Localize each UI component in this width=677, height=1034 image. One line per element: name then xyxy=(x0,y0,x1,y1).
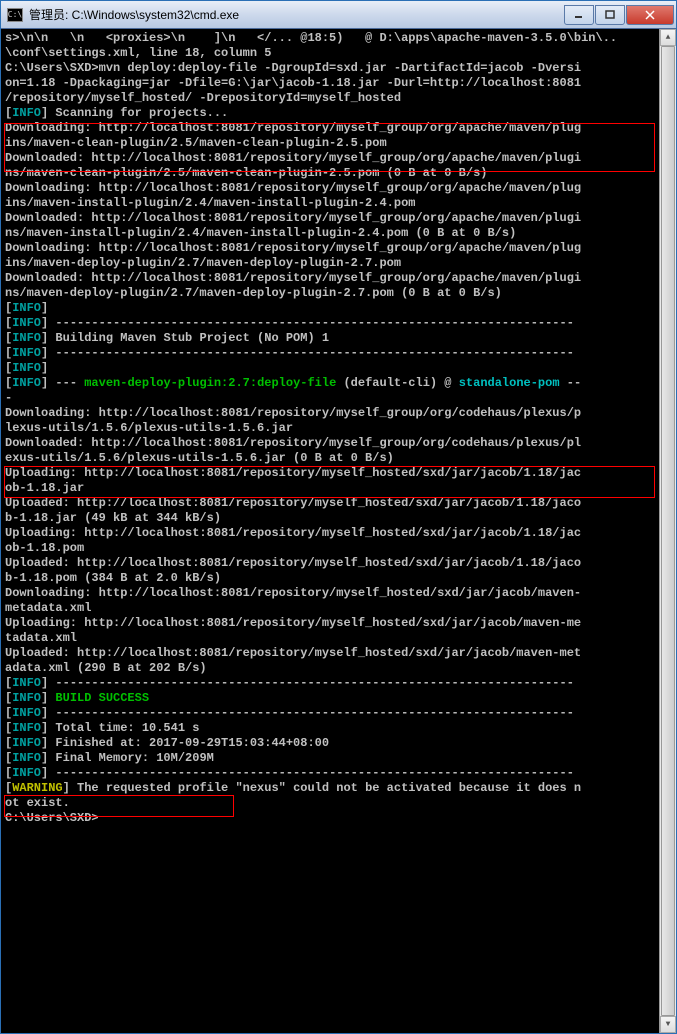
output-line: [INFO] Total time: 10.541 s xyxy=(5,721,676,736)
output-line: Uploading: http://localhost:8081/reposit… xyxy=(5,526,676,541)
scroll-up-button[interactable]: ▲ xyxy=(660,29,676,46)
output-line: Downloaded: http://localhost:8081/reposi… xyxy=(5,271,676,286)
output-line: ot exist. xyxy=(5,796,676,811)
output-line: ins/maven-install-plugin/2.4/maven-insta… xyxy=(5,196,676,211)
output-line: Downloading: http://localhost:8081/repos… xyxy=(5,406,676,421)
output-line: Downloading: http://localhost:8081/repos… xyxy=(5,121,676,136)
output-line: /repository/myself_hosted/ -DrepositoryI… xyxy=(5,91,676,106)
output-line: ins/maven-deploy-plugin/2.7/maven-deploy… xyxy=(5,256,676,271)
scroll-down-button[interactable]: ▼ xyxy=(660,1016,676,1033)
cmd-window: C:\ 管理员: C:\Windows\system32\cmd.exe s>\… xyxy=(0,0,677,1034)
output-line: ns/maven-deploy-plugin/2.7/maven-deploy-… xyxy=(5,286,676,301)
output-line: ns/maven-install-plugin/2.4/maven-instal… xyxy=(5,226,676,241)
titlebar[interactable]: C:\ 管理员: C:\Windows\system32\cmd.exe xyxy=(1,1,676,29)
output-line: Downloading: http://localhost:8081/repos… xyxy=(5,181,676,196)
output-line: [INFO] Finished at: 2017-09-29T15:03:44+… xyxy=(5,736,676,751)
output-line: b-1.18.pom (384 B at 2.0 kB/s) xyxy=(5,571,676,586)
output-line: [INFO] xyxy=(5,301,676,316)
output-line: Downloaded: http://localhost:8081/reposi… xyxy=(5,151,676,166)
output-line: [INFO] BUILD SUCCESS xyxy=(5,691,676,706)
output-line: [INFO] ---------------------------------… xyxy=(5,316,676,331)
output-line: ins/maven-clean-plugin/2.5/maven-clean-p… xyxy=(5,136,676,151)
output-line: [INFO] xyxy=(5,361,676,376)
output-line: - xyxy=(5,391,676,406)
output-line: tadata.xml xyxy=(5,631,676,646)
output-line: on=1.18 -Dpackaging=jar -Dfile=G:\jar\ja… xyxy=(5,76,676,91)
output-line: Uploading: http://localhost:8081/reposit… xyxy=(5,616,676,631)
output-line: [INFO] Scanning for projects... xyxy=(5,106,676,121)
output-line: adata.xml (290 B at 202 B/s) xyxy=(5,661,676,676)
output-line: lexus-utils/1.5.6/plexus-utils-1.5.6.jar xyxy=(5,421,676,436)
output-line: [INFO] ---------------------------------… xyxy=(5,676,676,691)
terminal-output[interactable]: s>\n\n \n <proxies>\n ]\n </... @18:5) @… xyxy=(1,29,676,1033)
prompt-line[interactable]: C:\Users\SXD> xyxy=(5,811,676,826)
output-line: [INFO] ---------------------------------… xyxy=(5,706,676,721)
output-line: ob-1.18.pom xyxy=(5,541,676,556)
output-line: ob-1.18.jar xyxy=(5,481,676,496)
output-line: Uploaded: http://localhost:8081/reposito… xyxy=(5,556,676,571)
output-line: b-1.18.jar (49 kB at 344 kB/s) xyxy=(5,511,676,526)
output-line: s>\n\n \n <proxies>\n ]\n </... @18:5) @… xyxy=(5,31,676,46)
maximize-button[interactable] xyxy=(595,5,625,25)
output-line: Uploading: http://localhost:8081/reposit… xyxy=(5,466,676,481)
output-line: \conf\settings.xml, line 18, column 5 xyxy=(5,46,676,61)
window-controls xyxy=(563,5,674,25)
output-line: [INFO] --- maven-deploy-plugin:2.7:deplo… xyxy=(5,376,676,391)
output-line: [INFO] Building Maven Stub Project (No P… xyxy=(5,331,676,346)
output-line: ns/maven-clean-plugin/2.5/maven-clean-pl… xyxy=(5,166,676,181)
output-line: [INFO] ---------------------------------… xyxy=(5,346,676,361)
window-title: 管理员: C:\Windows\system32\cmd.exe xyxy=(29,6,563,23)
output-line: Downloading: http://localhost:8081/repos… xyxy=(5,586,676,601)
output-line: Uploaded: http://localhost:8081/reposito… xyxy=(5,646,676,661)
output-line: metadata.xml xyxy=(5,601,676,616)
close-button[interactable] xyxy=(626,5,674,25)
output-line: Uploaded: http://localhost:8081/reposito… xyxy=(5,496,676,511)
output-line: [INFO] Final Memory: 10M/209M xyxy=(5,751,676,766)
scroll-thumb[interactable] xyxy=(661,46,675,1016)
output-line: C:\Users\SXD>mvn deploy:deploy-file -Dgr… xyxy=(5,61,676,76)
output-line: Downloaded: http://localhost:8081/reposi… xyxy=(5,211,676,226)
output-line: [INFO] ---------------------------------… xyxy=(5,766,676,781)
output-line: Downloading: http://localhost:8081/repos… xyxy=(5,241,676,256)
output-line: exus-utils/1.5.6/plexus-utils-1.5.6.jar … xyxy=(5,451,676,466)
cmd-icon: C:\ xyxy=(7,8,23,22)
minimize-button[interactable] xyxy=(564,5,594,25)
scrollbar[interactable]: ▲ ▼ xyxy=(659,29,676,1033)
output-line: Downloaded: http://localhost:8081/reposi… xyxy=(5,436,676,451)
output-line: [WARNING] The requested profile "nexus" … xyxy=(5,781,676,796)
